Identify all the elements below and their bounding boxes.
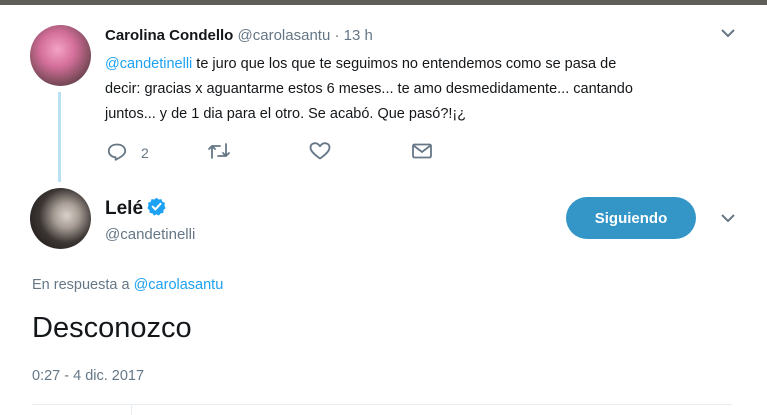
retweet-icon [207, 142, 231, 160]
retweet-button[interactable] [207, 142, 231, 160]
chevron-down-icon[interactable] [720, 211, 736, 229]
verified-icon [147, 197, 166, 222]
reply-button[interactable]: 2 [107, 142, 149, 161]
reply-context: En respuesta a @carolasantu [32, 277, 223, 293]
following-button[interactable]: Siguiendo [566, 197, 696, 239]
author-handle[interactable]: @carolasantu [238, 27, 331, 44]
reply-mention-link[interactable]: @carolasantu [134, 277, 224, 293]
tweet-header: Carolina Condello @carolasantu · 13 h [105, 27, 373, 44]
author-name[interactable]: Lelé [105, 198, 143, 219]
tweet-time[interactable]: 13 h [344, 27, 373, 44]
tweet-text-line1: te juro que los que te seguimos no enten… [192, 56, 617, 72]
reply-icon [107, 143, 127, 161]
dm-icon [411, 142, 433, 160]
thread-line [58, 92, 61, 182]
time-separator: · [330, 27, 344, 44]
tweet-text: @candetinelli te juro que los que te seg… [105, 52, 745, 127]
like-icon [309, 142, 331, 160]
tweet-timestamp[interactable]: 0:27 - 4 dic. 2017 [32, 368, 144, 384]
author-name-row: Lelé [105, 197, 166, 222]
chevron-down-icon[interactable] [720, 26, 736, 44]
avatar[interactable] [30, 25, 91, 86]
reply-text: Desconozco [32, 312, 192, 344]
reply-count: 2 [141, 145, 149, 161]
author-handle[interactable]: @candetinelli [105, 226, 195, 243]
divider [32, 404, 732, 405]
divider [131, 404, 132, 415]
avatar[interactable] [30, 188, 91, 249]
mention-link[interactable]: @candetinelli [105, 56, 192, 72]
tweet-text-line2: decir: gracias x aguantarme estos 6 mese… [105, 81, 633, 97]
author-name[interactable]: Carolina Condello [105, 27, 233, 44]
tweet-text-line3: juntos... y de 1 dia para el otro. Se ac… [105, 106, 467, 122]
dm-button[interactable] [411, 142, 433, 160]
like-button[interactable] [309, 142, 331, 160]
top-bar [0, 0, 767, 5]
reply-prefix: En respuesta a [32, 277, 134, 293]
